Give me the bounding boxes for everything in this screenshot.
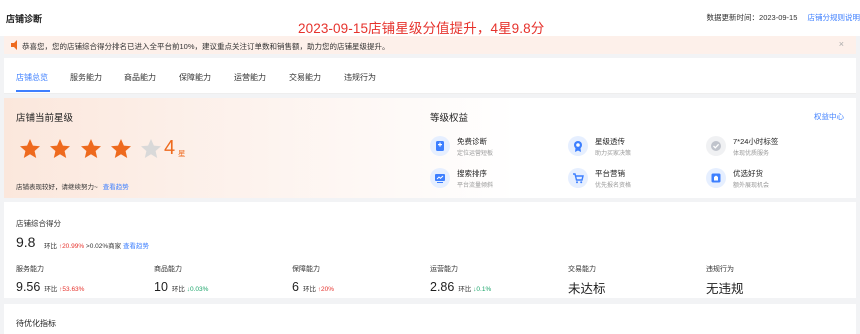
star-count: 4 [164,137,176,159]
metric-value: 10 [154,280,168,294]
pending-metrics-panel: 待优化指标 [4,304,856,334]
tab-violation[interactable]: 违规行为 [344,72,376,83]
compare-label: 环比 [302,286,316,293]
metric-label: 商品能力 [154,266,182,273]
compare-label: 环比 [44,243,57,250]
update-prefix: 数据更新时间： [706,13,760,22]
stethoscope-icon [430,136,450,156]
overall-score-label: 店铺综合得分 [16,219,61,228]
right-desc: 定位运营短板 [457,151,494,157]
metric-value: 6 [292,280,299,294]
star-icon [18,138,42,160]
notice-text: 恭喜您，您的店铺综合得分排名已进入全平台前10%，建议重点关注订单数和销售额，助… [22,42,390,51]
metric-value: 未达标 [568,282,606,296]
metric-value: 无违规 [706,282,744,296]
metric-compare: 环比 ↑53.63% [44,286,84,293]
star-icon [79,138,103,160]
overall-rank: >0.02%商家 [85,243,122,250]
header-bar: 店铺诊断 2023-09-15店铺星级分值提升，4星9.8分 数据更新时间：20… [0,0,860,36]
compare-label: 环比 [44,286,58,293]
check-circle-icon [706,136,726,156]
overlay-caption: 2023-09-15店铺星级分值提升，4星9.8分 [298,21,545,36]
search-rank-icon [430,168,450,188]
overall-score-compare: 环比 ↑20.99% >0.02%商家 查看趋势 [44,240,149,250]
tab-overview[interactable]: 店铺总览 [16,72,48,83]
metric-guarantee: 保障能力 6 环比 ↑20% [292,264,334,296]
metric-label: 保障能力 [292,266,320,273]
notice-icon [11,40,17,50]
right-name: 星级透传 [595,137,625,146]
tab-service[interactable]: 服务能力 [70,72,102,83]
right-name: 7*24小时标签 [733,137,779,146]
update-info: 数据更新时间：2023-09-15 店铺分规则说明 [707,12,860,23]
metric-service: 服务能力 9.56 环比 ↑53.63% [16,264,84,296]
metric-compare-value: 0.1% [476,286,492,293]
right-name: 搜索排序 [457,169,487,178]
right-desc: 助力买家决策 [595,151,632,157]
overall-score: 9.8 [16,234,36,250]
trend-link[interactable]: 查看趋势 [103,184,129,191]
right-desc: 平台流量倾斜 [457,183,494,189]
overall-compare-value: 20.99% [62,243,85,250]
right-desc: 体现优质服务 [733,151,770,157]
metric-label: 违规行为 [706,266,734,273]
close-icon[interactable]: × [839,39,844,49]
right-desc: 额外展现机会 [733,183,770,189]
compare-label: 环比 [171,286,185,293]
right-name: 平台营销 [595,169,625,178]
metric-label: 交易能力 [568,266,596,273]
performance-note-text: 店铺表现较好，请继续努力~ [16,184,98,191]
metric-compare: 环比 ↓0.1% [458,286,491,293]
rights-center-link[interactable]: 权益中心 [814,111,844,122]
score-panel: 店铺综合得分 9.8 环比 ↑20.99% >0.02%商家 查看趋势 服务能力… [4,202,856,298]
tab-bar: 店铺总览 服务能力 商品能力 保障能力 运营能力 交易能力 违规行为 [4,58,856,94]
update-date: 2023-09-15 [759,13,798,22]
badge-icon [568,136,588,156]
metric-value: 9.56 [16,280,41,294]
right-name: 优选好货 [733,169,763,178]
rights-title: 等级权益 [430,113,469,124]
metric-transaction: 交易能力 未达标 [568,264,606,298]
star-unit: 星 [178,149,186,158]
star-panel-title: 店铺当前星级 [16,113,74,124]
tab-product[interactable]: 商品能力 [124,72,156,83]
metric-label: 服务能力 [16,266,44,273]
tab-transaction[interactable]: 交易能力 [289,72,321,83]
star-icon [109,138,133,160]
right-name: 免费诊断 [457,137,487,146]
tab-operation[interactable]: 运营能力 [234,72,266,83]
metric-operation: 运营能力 2.86 环比 ↓0.1% [430,264,491,296]
metric-product: 商品能力 10 环比 ↓0.03% [154,264,208,296]
metric-compare-value: 53.63% [62,286,85,293]
performance-note: 店铺表现较好，请继续努力~ 查看趋势 [16,181,129,191]
star-panel: 店铺当前星级 4 星 店铺表现较好，请继续努力~ 查看趋势 等级权益 权益中心 免… [4,98,856,198]
active-tab-indicator [16,90,50,92]
star-icon [48,138,72,160]
rules-link[interactable]: 店铺分规则说明 [808,13,860,22]
metric-value: 2.86 [430,280,455,294]
notice-bar: 恭喜您，您的店铺综合得分排名已进入全平台前10%，建议重点关注订单数和销售额，助… [4,36,856,54]
metric-compare-value: 20% [321,286,335,293]
score-trend-link[interactable]: 查看趋势 [123,243,149,250]
metric-compare: 环比 ↓0.03% [172,286,209,293]
metric-label: 运营能力 [430,266,458,273]
pending-metrics-title: 待优化指标 [16,319,56,328]
metric-compare: 环比 ↑20% [303,286,334,293]
star-icon [139,138,163,160]
page-title: 店铺诊断 [6,14,43,24]
right-desc: 优先报名资格 [595,183,632,189]
compare-label: 环比 [458,286,472,293]
metric-violation: 违规行为 无违规 [706,264,744,298]
tab-guarantee[interactable]: 保障能力 [179,72,211,83]
cart-icon [568,168,588,188]
goods-icon [706,168,726,188]
metric-compare-value: 0.03% [189,286,209,293]
